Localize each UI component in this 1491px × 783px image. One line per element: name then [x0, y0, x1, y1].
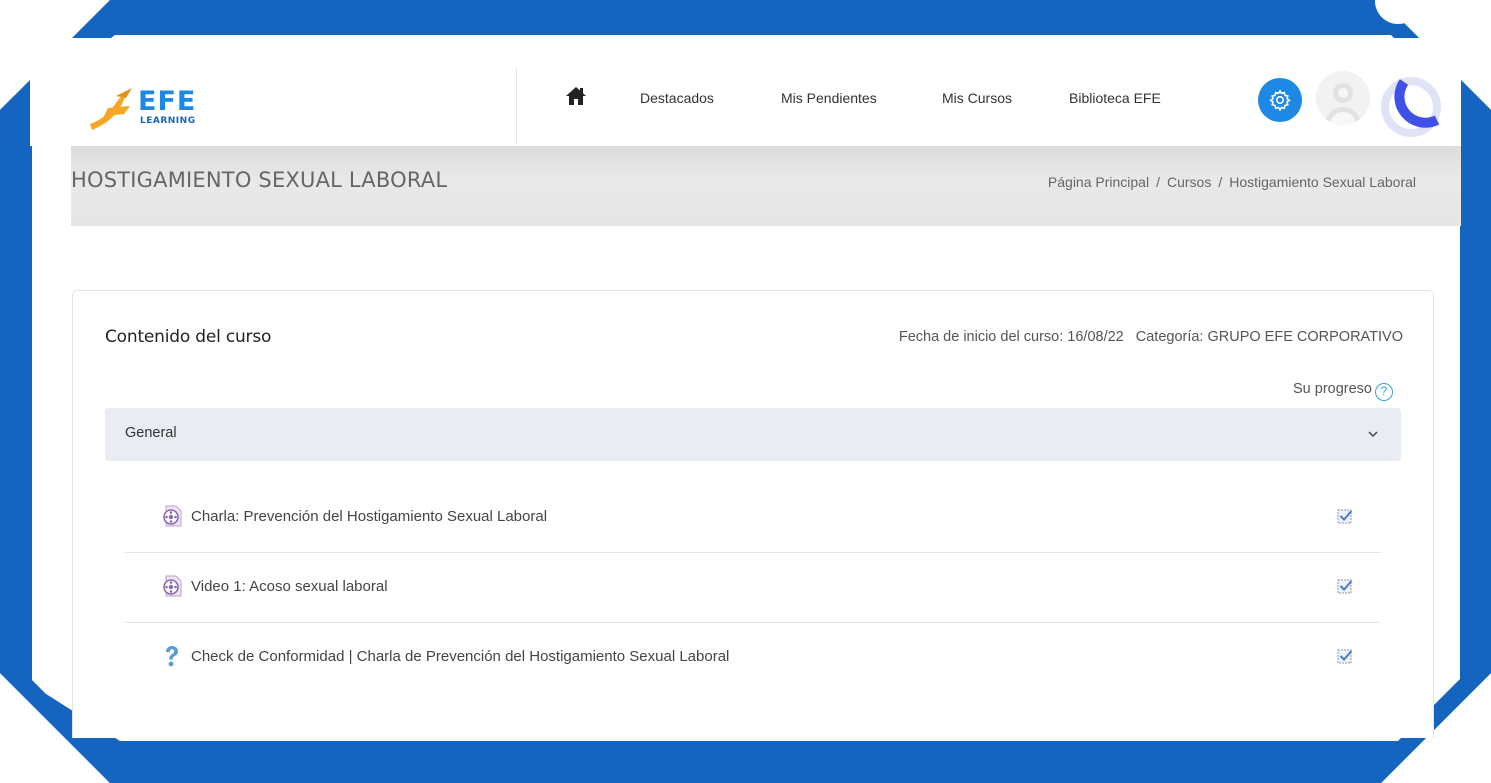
question-icon [166, 646, 178, 667]
breadcrumb-current[interactable]: Hostigamiento Sexual Laboral [1229, 174, 1416, 190]
nav-biblioteca-efe[interactable]: Biblioteca EFE [1069, 90, 1161, 106]
progress-label: Su progreso? [1293, 381, 1393, 401]
home-icon[interactable] [565, 86, 587, 106]
section-title: General [125, 425, 177, 441]
breadcrumb: Página Principal / Cursos / Hostigamiento Se… [1048, 174, 1416, 190]
breadcrumb-separator: / [1218, 174, 1223, 190]
nav-destacados[interactable]: Destacados [640, 90, 714, 106]
settings-button[interactable] [1258, 78, 1302, 122]
breadcrumb-cursos[interactable]: Cursos [1167, 174, 1211, 190]
completion-checkbox-icon[interactable] [1337, 508, 1353, 524]
avatar-body-shape [1325, 107, 1361, 125]
video-icon [163, 505, 182, 527]
lms-screen: EFE LEARNING Destacados Mis Pendientes M… [30, 38, 1461, 738]
chevron-down-icon [1368, 431, 1378, 438]
page-header-band: HOSTIGAMIENTO SEXUAL LABORAL Página Prin… [71, 146, 1461, 226]
activity-link[interactable]: Video 1: Acoso sexual laboral [191, 578, 388, 595]
section-general-toggle[interactable]: General [105, 408, 1401, 461]
activity-link[interactable]: Charla: Prevención del Hostigamiento Sex… [191, 508, 547, 525]
nav-mis-pendientes[interactable]: Mis Pendientes [781, 90, 877, 106]
header-divider [516, 68, 517, 144]
activity-link[interactable]: Check de Conformidad | Charla de Prevenc… [191, 648, 729, 665]
activity-row: Video 1: Acoso sexual laboral [125, 553, 1381, 623]
nav-mis-cursos[interactable]: Mis Cursos [942, 90, 1012, 106]
top-header: EFE LEARNING Destacados Mis Pendientes M… [30, 38, 1461, 146]
gear-icon [1269, 89, 1291, 112]
course-category: Categoría: GRUPO EFE CORPORATIVO [1135, 329, 1403, 345]
activity-row: Charla: Prevención del Hostigamiento Sex… [125, 483, 1381, 553]
frame-top-tab [327, 0, 1421, 30]
page-title: HOSTIGAMIENTO SEXUAL LABORAL [71, 168, 448, 192]
course-content-card: Contenido del curso Fecha de inicio del … [72, 290, 1434, 738]
avatar-icon [1333, 83, 1353, 103]
progress-ring-icon [1381, 77, 1441, 137]
completion-checkbox-icon[interactable] [1337, 648, 1353, 664]
course-meta: Fecha de inicio del curso: 16/08/22 Categ… [899, 329, 1403, 345]
efe-learning-logo[interactable]: EFE LEARNING [88, 84, 218, 134]
video-icon [163, 575, 182, 597]
activity-row: Check de Conformidad | Charla de Prevenc… [125, 623, 1381, 693]
breadcrumb-home[interactable]: Página Principal [1048, 174, 1149, 190]
logo-swoosh-icon [90, 88, 132, 130]
course-start-date: Fecha de inicio del curso: 16/08/22 [898, 329, 1124, 345]
logo-brand-text: EFE [138, 86, 197, 117]
user-avatar[interactable] [1316, 71, 1370, 125]
breadcrumb-separator: / [1156, 174, 1160, 190]
progress-text: Su progreso [1293, 381, 1372, 397]
logo-sub-text: LEARNING [140, 116, 196, 126]
course-content-heading: Contenido del curso [105, 327, 272, 347]
help-icon[interactable]: ? [1375, 383, 1393, 401]
completion-checkbox-icon[interactable] [1337, 578, 1353, 594]
